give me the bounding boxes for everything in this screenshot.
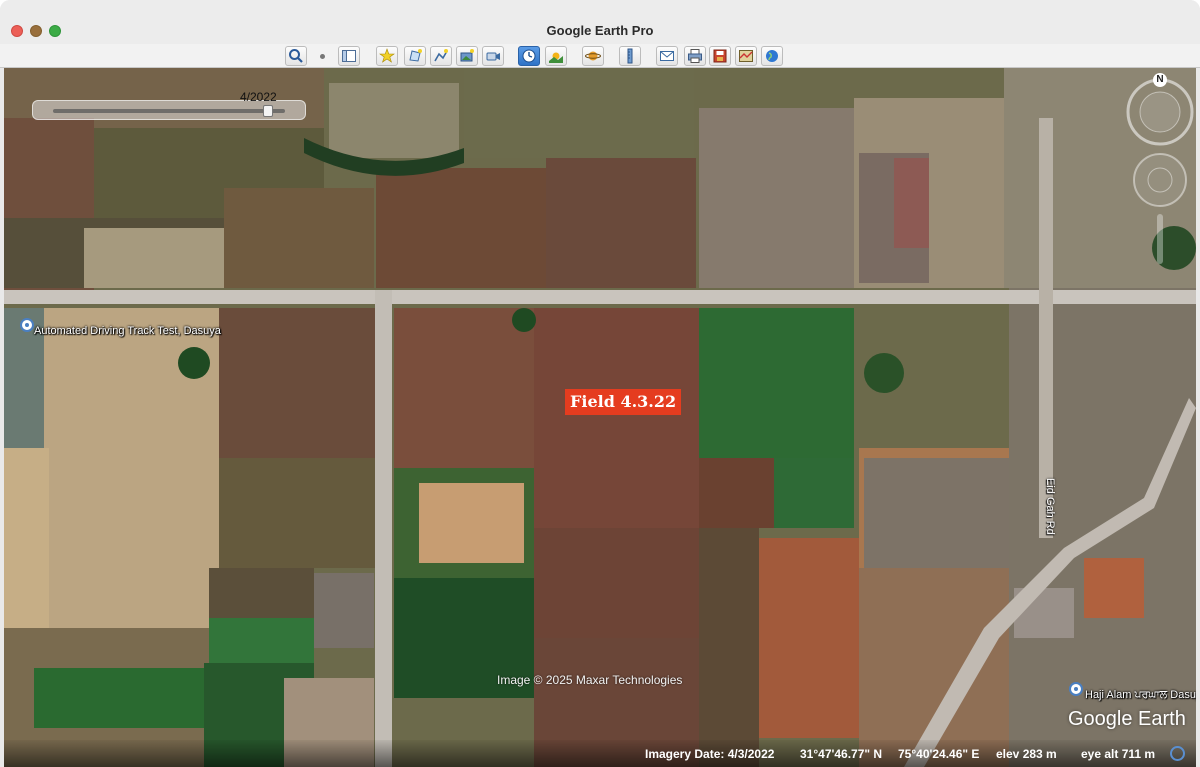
title-bar: Google Earth Pro [0, 0, 1200, 44]
add-overlay-button[interactable] [456, 46, 478, 66]
overlay-icon [460, 49, 474, 62]
latitude: 31°47'46.77" N [800, 747, 883, 761]
map-maker-button[interactable] [735, 46, 757, 66]
map-view[interactable]: N 4/2022 Automated Driving Track Test, D… [4, 68, 1196, 767]
google-earth-logo: Google Earth [1068, 708, 1186, 730]
sunlight-icon [549, 52, 563, 63]
add-placemark-button[interactable] [376, 46, 398, 66]
time-slider-date: 4/2022 [240, 90, 277, 104]
add-path-button[interactable] [430, 46, 452, 66]
eye-altitude: eye alt 711 m [1081, 747, 1156, 761]
save-image-icon [713, 49, 727, 63]
imagery-copyright: Image © 2025 Maxar Technologies [497, 673, 683, 687]
search-button[interactable] [285, 46, 307, 66]
tour-icon [486, 52, 500, 61]
polygon-icon [409, 49, 422, 62]
separator-dot [320, 54, 325, 59]
planets-icon [585, 51, 601, 61]
imagery-date: Imagery Date: 4/3/2022 [645, 747, 775, 761]
print-button[interactable] [684, 46, 706, 66]
earth-gallery-button[interactable] [761, 46, 783, 66]
window-title: Google Earth Pro [546, 23, 654, 38]
field-label[interactable]: Field 4.3.22 [565, 389, 682, 415]
ruler-button[interactable] [619, 46, 641, 66]
road-label: Eid Gah Rd [1044, 478, 1056, 535]
compass-north[interactable]: N [1153, 73, 1167, 87]
add-polygon-button[interactable] [404, 46, 426, 66]
sidebar-toggle-icon [342, 50, 356, 62]
save-image-button[interactable] [709, 46, 731, 66]
record-tour-button[interactable] [482, 46, 504, 66]
streaming-indicator-icon [1170, 746, 1185, 761]
historical-imagery-icon [522, 49, 536, 63]
map-maker-icon [739, 50, 753, 62]
elevation: elev 283 m [996, 747, 1057, 761]
place-pin-icon[interactable] [1069, 682, 1083, 696]
historical-imagery-button[interactable] [518, 46, 540, 66]
sunlight-button[interactable] [545, 46, 567, 66]
planets-button[interactable] [582, 46, 604, 66]
longitude: 75°40'24.46" E [898, 747, 980, 761]
navigation-controls[interactable]: N [1124, 68, 1196, 268]
satellite-imagery [4, 68, 1196, 767]
sidebar-toggle-button[interactable] [338, 46, 360, 66]
place-pin-icon[interactable] [20, 318, 34, 332]
placemark-icon [379, 48, 395, 63]
earth-gallery-icon [766, 50, 778, 62]
status-bar: Imagery Date: 4/3/2022 31°47'46.77" N 75… [4, 740, 1196, 767]
email-icon [660, 51, 674, 61]
ruler-icon [627, 48, 633, 64]
path-icon [434, 49, 448, 62]
print-icon [688, 49, 702, 63]
email-button[interactable] [656, 46, 678, 66]
app-window: Google Earth Pro N 4/2022 Automated Driv… [0, 0, 1200, 767]
place-label-driving-track[interactable]: Automated Driving Track Test, Dasuya [34, 325, 221, 337]
toolbar [0, 44, 1200, 68]
time-slider-track[interactable] [53, 109, 285, 113]
place-label-haji-alam[interactable]: Haji Alam ਪਰਘਾਲ Dasuya [1085, 689, 1196, 702]
search-icon [289, 49, 303, 63]
time-slider-thumb[interactable] [263, 105, 273, 117]
